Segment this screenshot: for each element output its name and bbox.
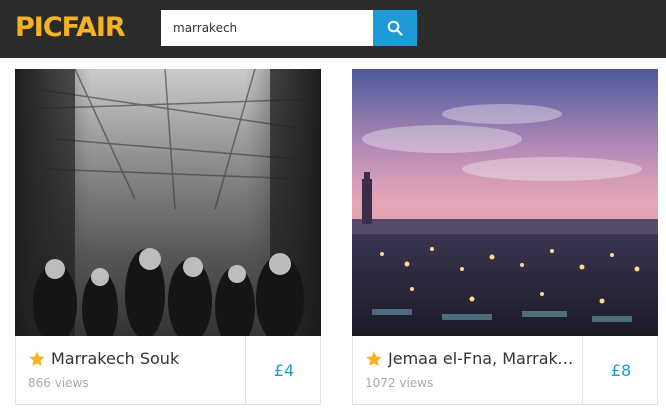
card-meta[interactable]: Jemaa el-Fna, Marrakech 1072 views xyxy=(353,336,583,404)
result-card: Jemaa el-Fna, Marrakech 1072 views £8 xyxy=(352,69,658,405)
search-input[interactable] xyxy=(161,10,373,46)
price-button[interactable]: £8 xyxy=(584,336,658,404)
star-icon xyxy=(29,351,45,367)
search-form xyxy=(161,10,417,46)
card-info: Marrakech Souk 866 views £4 xyxy=(15,336,321,405)
photo-marrakech-souk[interactable] xyxy=(15,69,321,336)
search-icon xyxy=(387,20,403,36)
photo-title[interactable]: Marrakech Souk xyxy=(51,349,241,369)
top-bar: PICFAIR xyxy=(0,0,666,58)
result-card: Marrakech Souk 866 views £4 xyxy=(15,69,321,405)
card-meta[interactable]: Marrakech Souk 866 views xyxy=(16,336,246,404)
search-button[interactable] xyxy=(373,10,417,46)
photo-jemaa-el-fna[interactable] xyxy=(352,69,658,336)
view-count: 1072 views xyxy=(365,376,434,390)
picfair-logo[interactable]: PICFAIR xyxy=(15,14,126,41)
photo-title[interactable]: Jemaa el-Fna, Marrakech xyxy=(388,349,578,369)
price-button[interactable]: £4 xyxy=(247,336,321,404)
star-icon xyxy=(366,351,382,367)
view-count: 866 views xyxy=(28,376,89,390)
card-info: Jemaa el-Fna, Marrakech 1072 views £8 xyxy=(352,336,658,405)
